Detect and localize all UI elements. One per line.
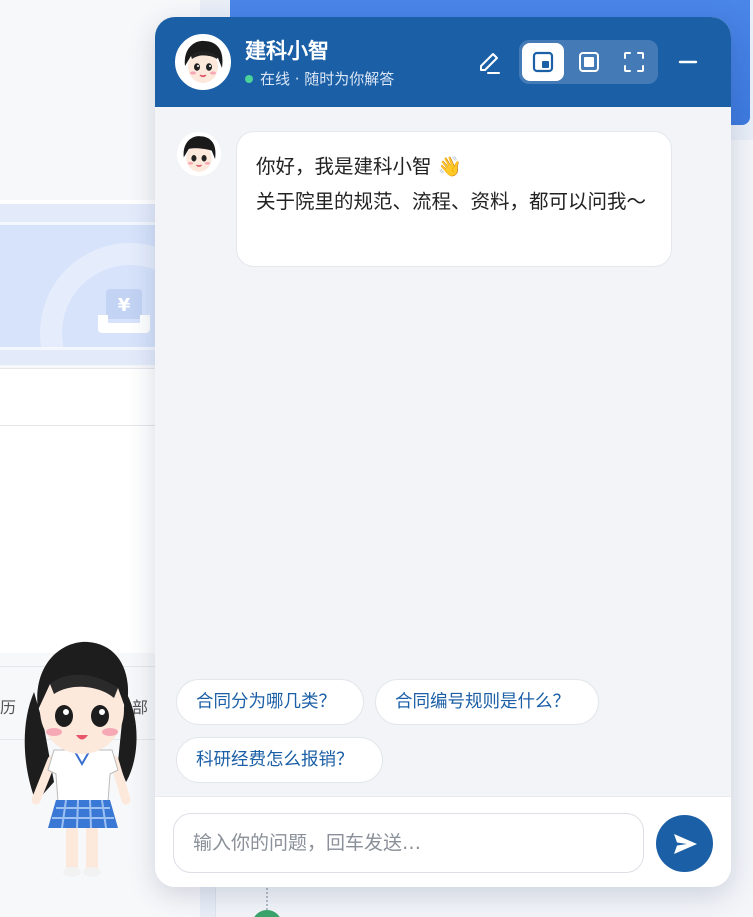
assistant-message-bubble: 你好，我是建科小智 👋 关于院里的规范、流程、资料，都可以问我～: [236, 131, 672, 267]
greeting-line-1: 你好，我是建科小智 👋: [256, 155, 462, 178]
send-button[interactable]: [656, 815, 713, 872]
fullscreen-button[interactable]: [613, 43, 655, 81]
assistant-face-icon: [177, 36, 229, 88]
chat-status: 在线 · 随时为你解答: [245, 68, 394, 89]
background-divider: [0, 425, 165, 426]
chat-title: 建科小智: [245, 39, 329, 63]
chat-header: 建科小智 在线 · 随时为你解答: [155, 17, 731, 107]
window-size-toggle: [519, 40, 658, 84]
svg-text:¥: ¥: [118, 295, 131, 316]
suggestion-chip[interactable]: 合同分为哪几类？: [176, 679, 364, 725]
suggestion-chip[interactable]: 合同编号规则是什么？: [375, 679, 599, 725]
fullscreen-icon: [624, 52, 644, 72]
background-content-area: [0, 368, 165, 653]
pen-icon: [480, 53, 500, 74]
background-banner-inner: ¥: [0, 222, 165, 350]
chat-status-text: 在线 · 随时为你解答: [260, 70, 395, 88]
minus-icon: [678, 60, 698, 64]
medium-window-button[interactable]: [568, 43, 610, 81]
mascot-girl-icon[interactable]: [14, 632, 154, 882]
medium-window-icon: [579, 52, 599, 72]
question-input[interactable]: [173, 813, 644, 873]
assistant-avatar: [175, 34, 231, 90]
online-status-dot: [245, 74, 253, 83]
chat-window: 建科小智 在线 · 随时为你解答 你好，我是建科小智 👋 关于院里的规范、流程、…: [155, 17, 731, 887]
edit-button[interactable]: [473, 47, 505, 79]
suggestion-chip[interactable]: 科研经费怎么报销？: [176, 737, 383, 783]
background-banner: ¥: [0, 200, 165, 365]
input-area: [155, 796, 731, 887]
money-tray-icon: ¥: [98, 289, 150, 333]
assistant-face-icon: [177, 132, 221, 176]
small-window-button[interactable]: [522, 43, 564, 81]
message-avatar: [177, 132, 221, 176]
minimize-button[interactable]: [673, 47, 703, 77]
send-icon: [673, 833, 697, 854]
greeting-line-2: 关于院里的规范、流程、资料，都可以问我～: [256, 189, 647, 213]
small-window-icon: [532, 51, 554, 73]
